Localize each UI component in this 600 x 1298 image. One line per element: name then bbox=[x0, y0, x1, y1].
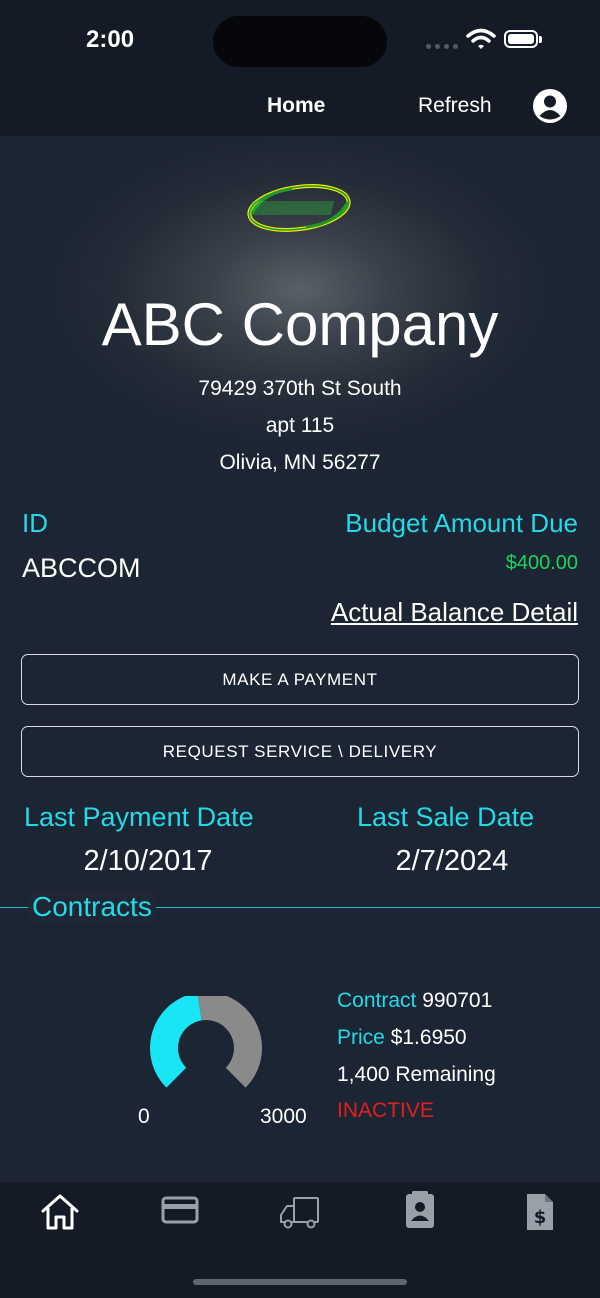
dynamic-island bbox=[213, 16, 387, 67]
wifi-icon bbox=[466, 28, 496, 49]
gauge-fill bbox=[150, 996, 202, 1088]
last-payment-date-label: Last Payment Date bbox=[24, 802, 254, 832]
price-value: $1.6950 bbox=[390, 1026, 467, 1049]
invoice-dollar-icon[interactable]: $ bbox=[518, 1190, 562, 1234]
status-time: 2:00 bbox=[86, 26, 135, 53]
contact-card-icon[interactable] bbox=[398, 1190, 442, 1234]
nav-home-button[interactable]: Home bbox=[267, 94, 325, 118]
gauge-max-label: 3000 bbox=[260, 1105, 307, 1128]
contract-status: INACTIVE bbox=[337, 1099, 434, 1122]
last-payment-date-value: 2/10/2017 bbox=[83, 845, 213, 877]
truck-icon[interactable] bbox=[277, 1190, 321, 1234]
company-name: ABC Company bbox=[101, 291, 499, 358]
actual-balance-detail-link[interactable]: Actual Balance Detail bbox=[331, 597, 578, 628]
contracts-section-title: Contracts bbox=[28, 891, 156, 923]
battery-icon bbox=[504, 30, 542, 48]
contract-value: 990701 bbox=[422, 989, 493, 1012]
top-nav-bar: Home Refresh bbox=[0, 80, 600, 136]
last-sale-date-label: Last Sale Date bbox=[357, 802, 535, 832]
account-id-label: ID bbox=[22, 508, 48, 538]
app-screen: 2:00 Home Refresh ABC Company 79429 370t… bbox=[0, 0, 600, 1298]
account-id-value: ABCCOM bbox=[22, 553, 141, 583]
address-line-3: Olivia, MN 56277 bbox=[219, 451, 381, 474]
contract-remaining: 1,400 Remaining bbox=[337, 1063, 496, 1086]
contract-label: Contract bbox=[337, 989, 417, 1012]
company-logo bbox=[247, 184, 351, 232]
request-service-button[interactable]: REQUEST SERVICE \ DELIVERY bbox=[21, 726, 579, 777]
address-line-2: apt 115 bbox=[265, 414, 335, 437]
contract-price-row: Price $1.6950 bbox=[337, 1026, 467, 1050]
profile-icon[interactable] bbox=[532, 88, 568, 124]
budget-amount-value: $400.00 bbox=[505, 552, 578, 574]
home-icon[interactable] bbox=[38, 1190, 82, 1234]
gauge-min-label: 0 bbox=[138, 1105, 150, 1128]
last-sale-date-value: 2/7/2024 bbox=[395, 845, 509, 877]
status-bar: 2:00 bbox=[0, 0, 600, 80]
nav-refresh-button[interactable]: Refresh bbox=[418, 94, 492, 118]
make-payment-button[interactable]: MAKE A PAYMENT bbox=[21, 654, 579, 705]
address-line-1: 79429 370th St South bbox=[198, 377, 402, 400]
price-label: Price bbox=[337, 1026, 385, 1049]
credit-card-icon[interactable] bbox=[158, 1190, 202, 1234]
home-indicator bbox=[193, 1279, 407, 1285]
budget-amount-label: Budget Amount Due bbox=[345, 508, 578, 538]
gauge-track bbox=[197, 996, 262, 1088]
contract-gauge bbox=[150, 996, 262, 1088]
cellular-signal-icon bbox=[426, 44, 458, 49]
contract-number-row[interactable]: Contract 990701 bbox=[337, 989, 492, 1013]
svg-text:$: $ bbox=[534, 1207, 547, 1228]
